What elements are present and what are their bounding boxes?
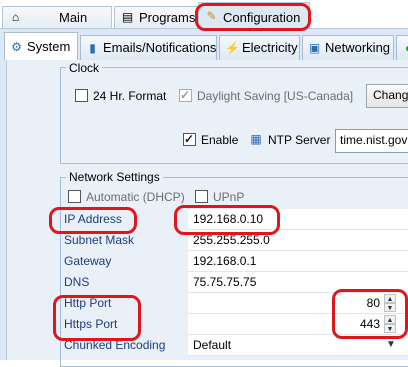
enable-label: Enable [201,133,239,147]
chevron-down-icon[interactable]: ▼ [384,337,398,353]
ntp-server-input[interactable]: time.nist.gov [335,129,408,153]
ntp-server-label: NTP Server [268,133,331,147]
hr24-label: 24 Hr. Format [93,89,167,103]
tab-emails-notifications[interactable]: ▮ Emails/Notifications [80,35,217,60]
dhcp-label: Automatic (DHCP) [86,190,185,204]
dst-label: Daylight Saving [US-Canada] [197,89,354,103]
tab-main[interactable]: ⌂ Main [2,6,112,29]
home-icon: ⌂ [11,10,20,24]
tab-system[interactable]: ⚙ System [4,32,78,61]
tab-networking[interactable]: ▣ Networking [302,35,394,60]
dst-checkbox[interactable] [179,88,192,102]
lightning-icon: ⚡ [225,41,240,55]
dhcp-checkbox[interactable] [68,190,81,203]
enable-ntp-checkbox[interactable] [183,132,196,146]
ntp-server-icon: ▦ [250,132,262,146]
annotation-port-values [332,289,408,339]
annotation-ip-address-label [49,207,137,234]
dns-label: DNS [64,275,90,289]
gateway-value[interactable]: 192.168.0.1 [188,251,408,272]
upnp-label: UPnP [213,190,245,204]
tab-programs[interactable]: ▤ Programs [114,6,198,29]
tab-electricity[interactable]: ⚡ Electricity [219,35,300,60]
annotation-ip-address-value [174,205,280,235]
clock-legend: Clock [66,61,103,75]
email-icon: ▮ [89,41,96,55]
network-icon: ▣ [308,41,321,55]
sub-tab-bar: ⚙ System ▮ Emails/Notifications ⚡ Electr… [0,28,408,61]
annotation-port-labels [53,295,141,341]
green-icon: ● [402,42,408,55]
upnp-checkbox[interactable] [195,190,208,203]
hr24-checkbox[interactable] [75,89,88,102]
gateway-label: Gateway [64,254,112,268]
gateway-row: Gateway 192.168.0.1 [60,251,408,272]
network-legend: Network Settings [66,170,163,184]
chunked-encoding-value: Default [193,338,232,352]
tab-overflow[interactable]: ● [396,35,408,60]
change-button[interactable]: Change [366,84,408,108]
gear-icon: ⚙ [11,40,22,54]
document-icon: ▤ [121,10,134,24]
annotation-configuration-tab [195,3,311,31]
